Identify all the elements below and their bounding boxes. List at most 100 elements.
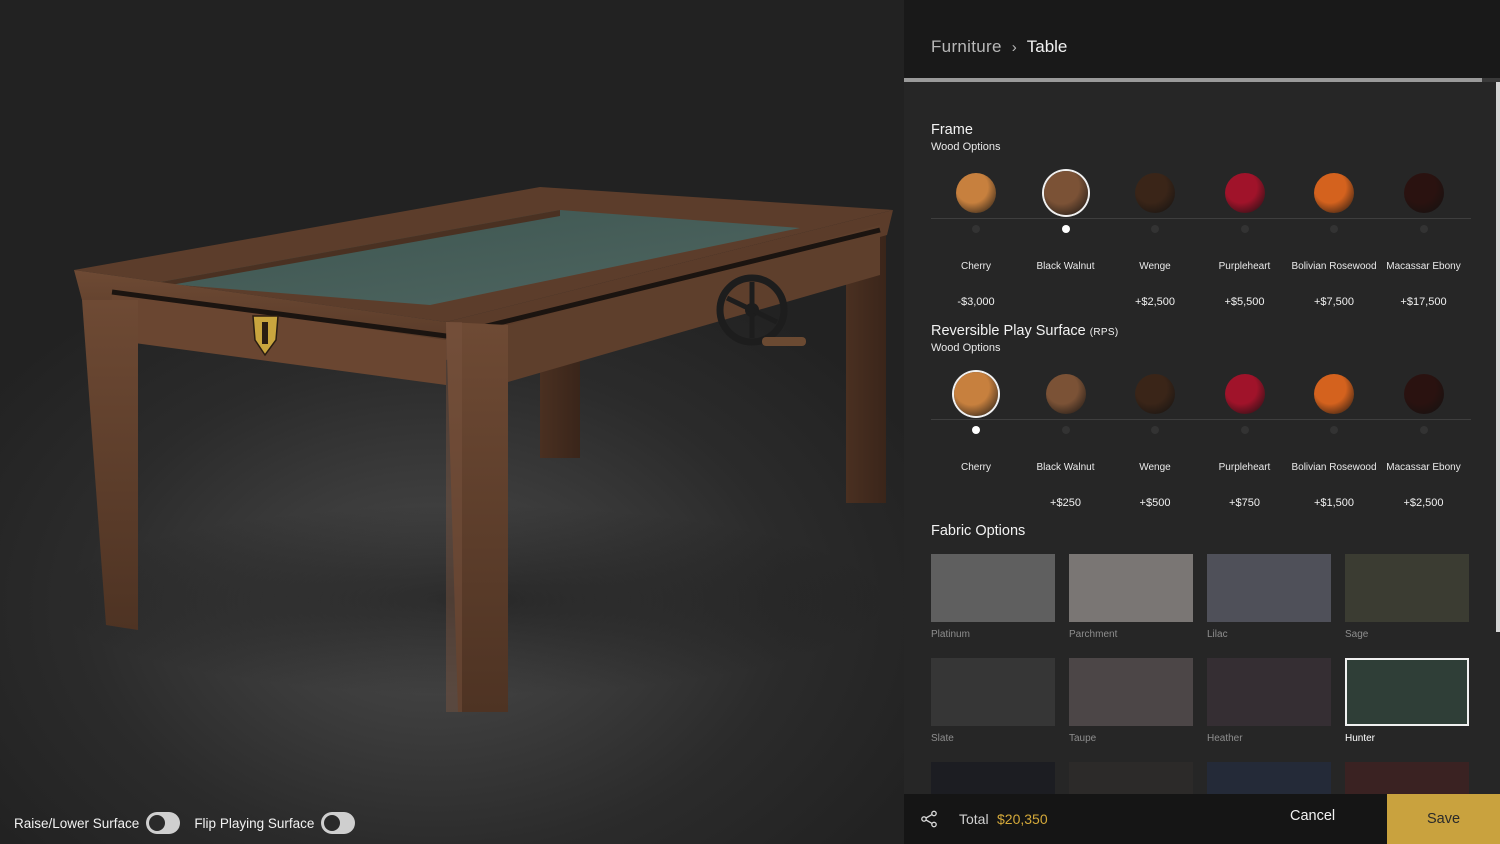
slider-dot[interactable] — [1240, 426, 1249, 434]
fabric-swatch[interactable] — [1069, 554, 1193, 622]
wood-option-name: Bolivian Rosewood — [1291, 462, 1377, 473]
raise-lower-toggle-item: Raise/Lower Surface — [14, 812, 181, 834]
slider-dot[interactable] — [1061, 225, 1070, 233]
save-button[interactable]: Save — [1387, 794, 1500, 844]
wood-swatch[interactable] — [1043, 171, 1088, 215]
slider-dot[interactable] — [1419, 426, 1428, 434]
frame-title: Frame — [931, 122, 973, 138]
fabric-swatch[interactable] — [1069, 762, 1193, 796]
product-viewer[interactable]: Raise/Lower Surface Flip Playing Surface — [0, 0, 904, 844]
rps-wood-options: Cherry Black Walnut +$250 Wenge +$500 Purpleh… — [931, 364, 1471, 544]
fabric-swatch[interactable] — [931, 762, 1055, 796]
cancel-button[interactable]: Cancel — [1290, 808, 1335, 824]
wood-option-cherry[interactable]: Cherry — [931, 364, 1021, 511]
fabric-swatch[interactable] — [1207, 658, 1331, 726]
wood-option-macassar-ebony[interactable]: Macassar Ebony +$2,500 — [1379, 364, 1469, 511]
fabric-option-platinum[interactable]: Platinum — [931, 554, 1055, 640]
breadcrumb: Furniture › Table — [931, 37, 1067, 57]
wood-swatch[interactable] — [954, 372, 998, 416]
wood-option-purpleheart[interactable]: Purpleheart +$750 — [1200, 364, 1290, 511]
fabric-option[interactable] — [931, 762, 1055, 796]
fabric-option[interactable] — [1345, 762, 1469, 796]
wood-swatch[interactable] — [1403, 374, 1444, 414]
panel-scrollbar[interactable] — [1496, 82, 1500, 632]
fabric-swatch[interactable] — [1207, 762, 1331, 796]
slider-dot[interactable] — [1240, 225, 1249, 233]
wood-option-price: +$500 — [1139, 497, 1171, 509]
rps-section: Reversible Play Surface (RPS) Wood Optio… — [931, 323, 1471, 544]
wood-option-name: Black Walnut — [1036, 261, 1095, 272]
wood-swatch[interactable] — [1045, 374, 1086, 414]
wood-swatch[interactable] — [1314, 374, 1354, 414]
fabric-swatch[interactable] — [1069, 658, 1193, 726]
slider-dot[interactable] — [1151, 225, 1159, 233]
fabric-swatch[interactable] — [1345, 554, 1469, 622]
fabric-option[interactable] — [1207, 762, 1331, 796]
wood-swatch[interactable] — [1135, 374, 1175, 414]
configuration-panel: Furniture › Table Frame Wood Options Che… — [904, 0, 1500, 844]
rps-subtitle: Wood Options — [931, 342, 1001, 354]
fabric-swatch[interactable] — [931, 554, 1055, 622]
wood-option-cherry[interactable]: Cherry -$3,000 — [931, 163, 1021, 310]
wood-swatch[interactable] — [1224, 374, 1265, 414]
rps-title-suffix: (RPS) — [1089, 327, 1119, 338]
wood-option-price: +$5,500 — [1224, 296, 1265, 308]
fabric-section: Fabric Options — [931, 523, 1471, 539]
chevron-right-icon: › — [1011, 38, 1017, 56]
wood-option-price: +$17,500 — [1400, 296, 1447, 308]
raise-lower-label: Raise/Lower Surface — [14, 815, 140, 831]
fabric-option-hunter[interactable]: Hunter — [1345, 658, 1469, 744]
fabric-swatch[interactable] — [1345, 658, 1469, 726]
wood-option-price: +$250 — [1050, 497, 1081, 509]
wood-swatch[interactable] — [1314, 173, 1354, 213]
switch-knob — [324, 815, 341, 831]
wood-swatch[interactable] — [956, 173, 996, 213]
fabric-option[interactable] — [1069, 762, 1193, 796]
slider-dot[interactable] — [1419, 225, 1428, 233]
fabric-option-sage[interactable]: Sage — [1345, 554, 1469, 640]
fabric-name: Sage — [1345, 629, 1369, 640]
slider-dot[interactable] — [1151, 426, 1159, 434]
fabric-option-slate[interactable]: Slate — [931, 658, 1055, 744]
fabric-option-heather[interactable]: Heather — [1207, 658, 1331, 744]
wood-option-name: Wenge — [1139, 462, 1171, 473]
wood-option-price — [1021, 296, 1111, 310]
breadcrumb-table: Table — [1026, 37, 1068, 56]
wood-option-bolivian-rosewood[interactable]: Bolivian Rosewood +$1,500 — [1289, 364, 1379, 511]
wood-option-purpleheart[interactable]: Purpleheart +$5,500 — [1200, 163, 1290, 310]
frame-wood-options: Cherry -$3,000 Black Walnut Wenge +$2,500 Pur… — [931, 163, 1471, 343]
flip-surface-switch[interactable] — [321, 812, 356, 834]
slider-dot[interactable] — [972, 426, 980, 434]
fabric-option-lilac[interactable]: Lilac — [1207, 554, 1331, 640]
slider-dot[interactable] — [1330, 225, 1338, 233]
wood-option-name: Bolivian Rosewood — [1291, 261, 1377, 272]
fabric-option-parchment[interactable]: Parchment — [1069, 554, 1193, 640]
wood-option-bolivian-rosewood[interactable]: Bolivian Rosewood +$7,500 — [1289, 163, 1379, 310]
rps-title-text: Reversible Play Surface — [931, 323, 1086, 339]
wood-option-wenge[interactable]: Wenge +$2,500 — [1110, 163, 1200, 310]
wood-option-black-walnut[interactable]: Black Walnut +$250 — [1021, 364, 1111, 511]
wood-swatch[interactable] — [1224, 173, 1265, 213]
share-icon[interactable] — [920, 810, 938, 828]
fabric-swatch[interactable] — [1345, 762, 1469, 796]
wood-option-name: Purpleheart — [1218, 462, 1271, 473]
footer-bar: Total $20,350 Cancel Save — [904, 794, 1500, 844]
total-label: Total — [959, 811, 989, 827]
fabric-name: Platinum — [931, 629, 970, 640]
table-render — [50, 187, 893, 712]
wood-swatch[interactable] — [1135, 173, 1175, 213]
configuration-progress-bar — [904, 78, 1500, 82]
wood-swatch[interactable] — [1403, 173, 1444, 213]
slider-dot[interactable] — [1061, 426, 1070, 434]
raise-lower-switch[interactable] — [146, 812, 181, 834]
fabric-option-taupe[interactable]: Taupe — [1069, 658, 1193, 744]
wood-option-wenge[interactable]: Wenge +$500 — [1110, 364, 1200, 511]
breadcrumb-furniture[interactable]: Furniture — [931, 37, 1002, 57]
slider-dot[interactable] — [1330, 426, 1338, 434]
fabric-swatch[interactable] — [1207, 554, 1331, 622]
flip-surface-label: Flip Playing Surface — [194, 815, 315, 831]
slider-dot[interactable] — [972, 225, 980, 233]
wood-option-macassar-ebony[interactable]: Macassar Ebony +$17,500 — [1379, 163, 1469, 310]
fabric-swatch[interactable] — [931, 658, 1055, 726]
wood-option-black-walnut[interactable]: Black Walnut — [1021, 163, 1111, 310]
